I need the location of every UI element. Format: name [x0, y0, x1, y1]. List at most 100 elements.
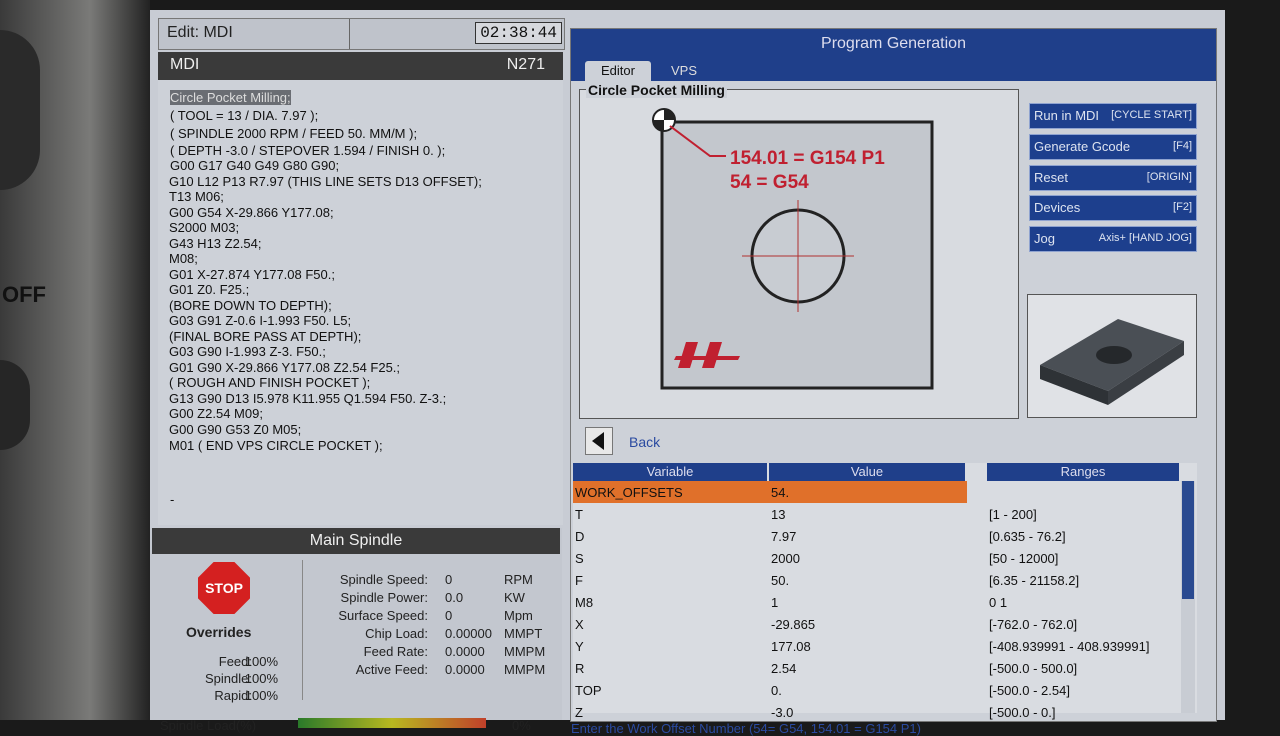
code-line[interactable]: S2000 M03; [169, 220, 239, 235]
tab-editor[interactable]: Editor [585, 61, 651, 81]
code-line[interactable]: T13 M06; [169, 189, 224, 204]
cell-value[interactable]: -3.0 [771, 705, 793, 720]
cell-value[interactable]: 7.97 [771, 529, 796, 544]
code-line[interactable]: G03 G91 Z-0.6 I-1.993 F50. L5; [169, 313, 351, 328]
spindle-stat-label: Spindle Power: [340, 590, 428, 605]
button-shortcut: [ORIGIN] [1146, 171, 1192, 183]
control-knob-lower [0, 360, 30, 450]
code-line[interactable]: (FINAL BORE PASS AT DEPTH); [169, 329, 361, 344]
cell-variable: X [575, 617, 584, 632]
code-line[interactable]: G10 L12 P13 R7.97 (THIS LINE SETS D13 OF… [169, 174, 482, 189]
cell-range: [-762.0 - 762.0] [989, 617, 1078, 632]
code-line[interactable]: ( ROUGH AND FINISH POCKET ); [169, 375, 370, 390]
cell-variable: Y [575, 639, 584, 654]
cell-range: [-500.0 - 0.] [989, 705, 1056, 720]
tab-bar: Editor VPS [571, 59, 1216, 81]
action-button-generate-gcode[interactable]: Generate Gcode [F4] [1029, 134, 1197, 160]
cell-range: [-500.0 - 500.0] [989, 661, 1078, 676]
annotation-g54: 54 = G54 [730, 172, 809, 193]
cell-range: 0 1 [989, 595, 1008, 610]
override-label: Feed: [218, 654, 252, 669]
stop-icon: STOP [198, 562, 250, 614]
header-value: Value [769, 463, 965, 481]
button-label: Reset [1034, 170, 1068, 185]
cell-value[interactable]: 0. [771, 683, 782, 698]
control-knob [0, 30, 40, 190]
button-shortcut: [F4] [1173, 140, 1192, 152]
override-value: 100% [244, 671, 278, 686]
spindle-stat-unit: KW [504, 590, 525, 605]
cell-value[interactable]: 177.08 [771, 639, 811, 654]
cell-variable: F [575, 573, 583, 588]
circle-pocket-diagram: Circle Pocket Milling 154.01 = G154 P1 5… [579, 82, 1019, 419]
button-label: Devices [1034, 200, 1081, 215]
code-line[interactable]: ( SPINDLE 2000 RPM / FEED 50. MM/M ); [170, 126, 417, 141]
code-line[interactable]: G43 H13 Z2.54; [169, 236, 262, 251]
part-preview [1027, 294, 1197, 418]
status-prompt: Enter the Work Offset Number (54= G54, 1… [571, 721, 921, 736]
button-shortcut: [F2] [1173, 201, 1192, 213]
button-shortcut: [CYCLE START] [1111, 109, 1192, 121]
cell-range: [0.635 - 76.2] [989, 529, 1066, 544]
cell-value[interactable]: 1 [771, 595, 778, 610]
diagram-drawing [652, 108, 934, 390]
code-line[interactable]: G01 X-27.874 Y177.08 F50.; [169, 267, 335, 282]
action-button-devices[interactable]: Devices [F2] [1029, 195, 1197, 221]
code-line[interactable]: (BORE DOWN TO DEPTH); [169, 298, 332, 313]
back-arrow-icon[interactable] [585, 427, 613, 455]
spindle-stat-label: Chip Load: [365, 626, 428, 641]
cell-variable: R [575, 661, 585, 676]
back-button[interactable]: Back [629, 434, 660, 450]
cell-range: [1 - 200] [989, 507, 1037, 522]
code-line[interactable]: G00 G90 G53 Z0 M05; [169, 422, 301, 437]
cell-value[interactable]: 2000 [771, 551, 800, 566]
cell-variable: T [575, 507, 583, 522]
button-label: Generate Gcode [1034, 139, 1131, 154]
code-line[interactable]: G00 Z2.54 M09; [169, 406, 263, 421]
code-line[interactable]: G00 G17 G40 G49 G80 G90; [170, 158, 339, 173]
code-line[interactable]: M01 ( END VPS CIRCLE POCKET ); [169, 438, 383, 453]
code-line[interactable]: ( DEPTH -3.0 / STEPOVER 1.594 / FINISH 0… [170, 143, 445, 158]
cell-value[interactable]: 54. [771, 485, 789, 500]
spindle-title: Main Spindle [152, 528, 560, 554]
header-variable: Variable [573, 463, 767, 481]
clock: 02:38:44 [475, 22, 562, 44]
code-line[interactable]: G03 G90 I-1.993 Z-3. F50.; [169, 344, 326, 359]
action-button-run-mdi[interactable]: Run in MDI [CYCLE START] [1029, 103, 1197, 129]
cell-range: [50 - 12000] [989, 551, 1059, 566]
cell-value[interactable]: -29.865 [771, 617, 815, 632]
code-line[interactable]: ( TOOL = 13 / DIA. 7.97 ); [170, 108, 318, 123]
cell-value[interactable]: 13 [771, 507, 785, 522]
table-scrollbar[interactable] [1181, 481, 1195, 713]
cell-variable: WORK_OFFSETS [575, 485, 683, 500]
control-screen: Edit: MDI 02:38:44 MDI N271 Circle Pocke… [150, 10, 1225, 736]
cell-value[interactable]: 50. [771, 573, 789, 588]
divider [349, 19, 350, 49]
cell-range: [6.35 - 21158.2] [989, 573, 1080, 588]
mdi-program-editor[interactable]: Circle Pocket Milling; ( TOOL = 13 / DIA.… [158, 80, 563, 525]
code-line[interactable]: G01 G90 X-29.866 Y177.08 Z2.54 F25.; [169, 360, 400, 375]
code-line[interactable]: G13 G90 D13 I5.978 K11.955 Q1.594 F50. Z… [169, 391, 446, 406]
spindle-load-label: Spindle Load(%) [160, 718, 257, 733]
action-button-jog[interactable]: Jog Axis+ [HAND JOG] [1029, 226, 1197, 252]
spindle-stat-value: 0.00000 [445, 626, 492, 641]
cell-value[interactable]: 2.54 [771, 661, 796, 676]
code-line[interactable]: M08; [169, 251, 198, 266]
machine-bezel: OFF [0, 0, 150, 720]
cell-variable: M8 [575, 595, 594, 610]
action-button-reset[interactable]: Reset [ORIGIN] [1029, 165, 1197, 191]
tab-vps[interactable]: VPS [655, 61, 713, 81]
code-line[interactable]: Circle Pocket Milling; [170, 90, 291, 105]
spindle-stat-label: Spindle Speed: [339, 572, 428, 587]
spindle-stat-unit: RPM [504, 572, 533, 587]
edit-mode-label: Edit: MDI [167, 24, 233, 41]
cell-variable: TOP [575, 683, 602, 698]
spindle-load-value: 0% [512, 718, 531, 733]
cursor-marker: - [170, 492, 175, 507]
scrollbar-thumb[interactable] [1182, 481, 1194, 599]
spindle-stat-value: 0 [445, 572, 453, 587]
code-line[interactable]: G01 Z0. F25.; [169, 282, 249, 297]
code-line[interactable]: G00 G54 X-29.866 Y177.08; [169, 205, 334, 220]
spindle-stat-value: 0.0 [445, 590, 464, 605]
spindle-stat-unit: MMPM [504, 644, 546, 659]
